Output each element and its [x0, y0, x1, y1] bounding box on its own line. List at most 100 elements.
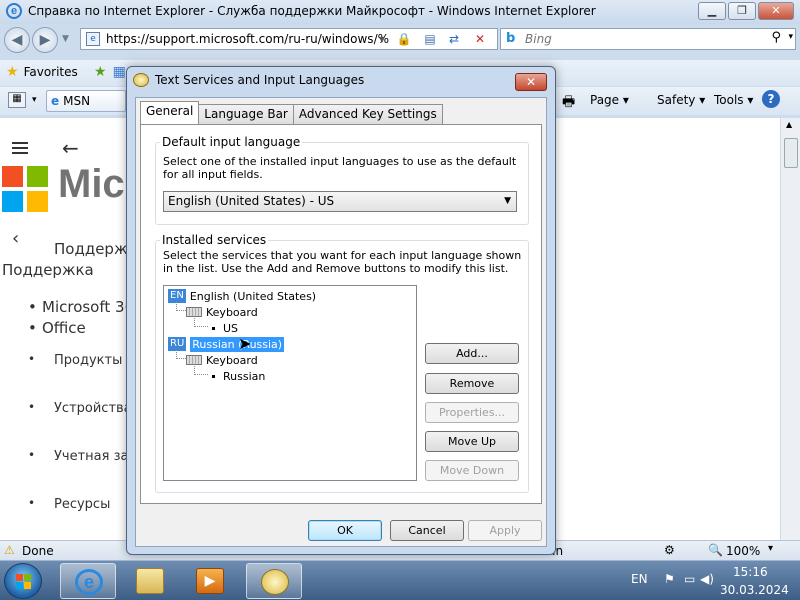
scroll-up-icon[interactable]: ▲	[786, 120, 792, 129]
zoom-icon: 🔍	[708, 543, 723, 557]
clock-date[interactable]: 30.03.2024	[720, 583, 789, 597]
tree-item-english[interactable]: EN English (United States)	[168, 288, 316, 304]
properties-button[interactable]: Properties...	[425, 402, 519, 423]
nav-item-devices[interactable]: Устройства	[54, 401, 132, 416]
english-label: English (United States)	[189, 289, 317, 303]
russian-layout-label: Russian	[223, 369, 266, 383]
address-bar[interactable]: e https://support.microsoft.com/ru-ru/wi…	[80, 28, 498, 50]
nav-item-products[interactable]: Продукты	[54, 353, 122, 368]
internet-explorer-icon: e	[75, 569, 103, 595]
favorites-button[interactable]: ★ Favorites	[6, 64, 78, 80]
dialog-titlebar: Text Services and Input Languages	[133, 73, 364, 87]
search-input[interactable]	[525, 31, 755, 47]
default-language-legend: Default input language	[162, 135, 301, 149]
ie-logo-icon: e	[6, 3, 22, 19]
services-tree[interactable]: EN English (United States) Keyboard US R…	[163, 285, 417, 481]
taskbar-media-player-button[interactable]: ▶	[182, 563, 238, 599]
cancel-button[interactable]: Cancel	[390, 520, 464, 541]
apply-button[interactable]: Apply	[468, 520, 542, 541]
lock-icon[interactable]: 🔒	[395, 31, 413, 47]
nav-item-account[interactable]: Учетная зап	[54, 449, 137, 464]
zoom-dropdown-icon[interactable]: ▾	[768, 543, 773, 554]
vertical-scrollbar[interactable]: ▲	[780, 118, 800, 540]
tree-connector	[194, 318, 208, 327]
dialog-title: Text Services and Input Languages	[155, 73, 365, 87]
taskbar-explorer-button[interactable]	[122, 563, 178, 599]
tab-language-bar[interactable]: Language Bar	[198, 104, 294, 124]
installed-services-legend: Installed services	[162, 233, 267, 247]
chevron-left-icon[interactable]: ‹	[12, 228, 19, 249]
protected-mode-icon[interactable]: ⚙	[664, 543, 675, 557]
tab-ie-icon: e	[51, 94, 60, 108]
clock-time[interactable]: 15:16	[733, 565, 768, 579]
default-language-select[interactable]: English (United States) - US ▼	[163, 191, 517, 212]
add-favorite-icon[interactable]: ★	[94, 64, 107, 80]
hamburger-menu-icon[interactable]	[12, 142, 28, 154]
back-arrow-icon[interactable]: ←	[62, 136, 79, 160]
search-dropdown-icon[interactable]: ▾	[788, 32, 793, 42]
zoom-level[interactable]: 100%	[726, 544, 760, 558]
tab-advanced-key-settings[interactable]: Advanced Key Settings	[292, 104, 443, 124]
tree-item-us-layout[interactable]: US	[212, 320, 238, 336]
minimize-button[interactable]: ▁	[698, 2, 726, 20]
scroll-thumb[interactable]	[784, 138, 798, 168]
nav-bullet: •	[28, 448, 36, 462]
taskbar-text-services-button[interactable]	[246, 563, 302, 599]
address-dropdown-icon[interactable]: ▾	[373, 31, 391, 47]
refresh-icon[interactable]: ⇄	[445, 31, 463, 47]
add-button[interactable]: Add...	[425, 343, 519, 364]
forward-button[interactable]: ▶	[32, 27, 58, 53]
ok-button[interactable]: OK	[308, 520, 382, 541]
search-icon[interactable]: ⚲	[771, 30, 781, 45]
start-button[interactable]	[4, 563, 42, 599]
support-link[interactable]: Поддержка	[2, 261, 94, 279]
network-icon[interactable]: ▭	[684, 572, 695, 586]
back-button[interactable]: ◀	[4, 27, 30, 53]
taskbar-ie-button[interactable]: e	[60, 563, 116, 599]
compat-view-icon[interactable]: ▤	[421, 31, 439, 47]
microsoft-logo-icon[interactable]	[2, 166, 48, 212]
tab-msn[interactable]: e MSN	[46, 90, 126, 112]
remove-button[interactable]: Remove	[425, 373, 519, 394]
suggested-sites-icon[interactable]: ▦	[113, 64, 126, 80]
tree-item-russian-layout[interactable]: Russian	[212, 368, 265, 384]
keyboard-icon	[186, 355, 202, 365]
search-box: b ⚲ ▾	[500, 28, 796, 50]
product-link-1[interactable]: Microsoft 36	[42, 298, 134, 316]
tab-general[interactable]: General	[140, 101, 200, 124]
print-icon[interactable]: 🖶	[562, 91, 575, 115]
tree-connector	[176, 350, 186, 359]
help-icon[interactable]: ?	[762, 90, 780, 108]
page-menu[interactable]: Page ▾	[590, 93, 629, 107]
tab-label: MSN	[63, 94, 91, 108]
nav-item-resources[interactable]: Ресурсы	[54, 497, 110, 512]
window-title: Справка по Internet Explorer - Служба по…	[28, 4, 596, 18]
folder-icon	[136, 568, 164, 594]
move-up-button[interactable]: Move Up	[425, 431, 519, 452]
default-language-description: Select one of the installed input langua…	[163, 155, 517, 181]
stop-icon[interactable]: ✕	[471, 31, 489, 47]
dialog-close-button[interactable]: ✕	[515, 73, 547, 91]
window-controls: ▁ ❐ ✕	[698, 2, 794, 20]
status-text: Done	[22, 544, 54, 558]
keyboard-icon	[186, 307, 202, 317]
tab-list-icon[interactable]: ▾	[32, 95, 37, 105]
tree-connector	[194, 366, 208, 375]
address-url[interactable]: https://support.microsoft.com/ru-ru/wind…	[106, 32, 396, 46]
product-link-2[interactable]: Office	[42, 319, 86, 337]
quick-tabs-icon[interactable]: ▦	[8, 92, 26, 108]
volume-icon[interactable]: ◀)	[700, 572, 714, 586]
close-button[interactable]: ✕	[758, 2, 794, 20]
bullet-1: •	[28, 298, 37, 316]
move-down-button[interactable]: Move Down	[425, 460, 519, 481]
tools-menu[interactable]: Tools ▾	[714, 93, 753, 107]
safety-menu[interactable]: Safety ▾	[657, 93, 705, 107]
installed-services-description: Select the services that you want for ea…	[163, 249, 522, 275]
media-player-icon: ▶	[196, 568, 224, 594]
dialog-body: General Language Bar Advanced Key Settin…	[135, 97, 547, 547]
language-indicator[interactable]: EN	[631, 572, 648, 586]
action-center-icon[interactable]: ⚑	[664, 572, 675, 586]
maximize-button[interactable]: ❐	[728, 2, 756, 20]
warning-icon[interactable]: ⚠	[4, 543, 15, 557]
history-dropdown-icon[interactable]: ▼	[62, 34, 69, 44]
